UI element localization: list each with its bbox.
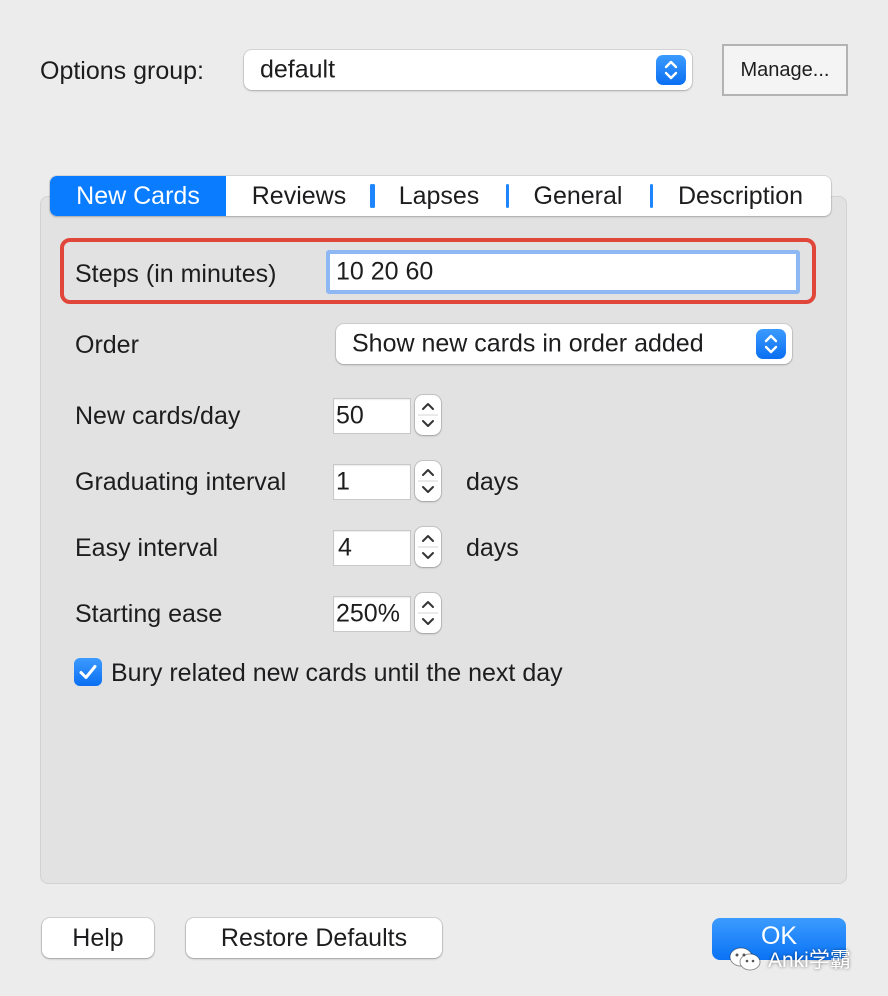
steps-label: Steps (in minutes)	[75, 260, 277, 288]
wechat-icon	[729, 947, 761, 971]
tab-label: General	[533, 181, 623, 210]
new-cards-per-day-input[interactable]: 50	[333, 398, 411, 434]
bury-label: Bury related new cards until the next da…	[111, 659, 563, 687]
starting-ease-value: 250%	[336, 599, 400, 628]
starting-ease-label: Starting ease	[75, 600, 223, 628]
tab-separator	[650, 184, 653, 208]
chevron-up-down-icon	[756, 329, 786, 359]
graduating-interval-label: Graduating interval	[75, 468, 287, 496]
tab-description[interactable]: Description	[650, 176, 831, 216]
manage-button[interactable]: Manage...	[722, 44, 848, 96]
steps-input[interactable]: 10 20 60	[326, 250, 800, 294]
tab-separator	[370, 184, 373, 208]
bury-checkbox[interactable]	[74, 658, 102, 686]
restore-defaults-button[interactable]: Restore Defaults	[186, 918, 442, 958]
stepper-arrows-icon	[418, 601, 438, 625]
tab-general[interactable]: General	[506, 176, 650, 216]
tab-separator	[506, 184, 509, 208]
order-label: Order	[75, 331, 139, 359]
starting-ease-input[interactable]: 250%	[333, 596, 411, 632]
tab-reviews[interactable]: Reviews	[226, 176, 372, 216]
new-cards-per-day-label: New cards/day	[75, 402, 241, 430]
order-select[interactable]: Show new cards in order added	[336, 324, 792, 364]
watermark-text: Anki学霸	[768, 949, 851, 972]
easy-interval-input[interactable]: 4	[333, 530, 411, 566]
easy-interval-label: Easy interval	[75, 534, 219, 562]
graduating-interval-input[interactable]: 1	[333, 464, 411, 500]
help-button[interactable]: Help	[42, 918, 154, 958]
tab-lapses[interactable]: Lapses	[372, 176, 506, 216]
order-value: Show new cards in order added	[352, 329, 704, 358]
new-cards-per-day-value: 50	[336, 401, 364, 430]
graduating-interval-stepper[interactable]	[415, 461, 441, 501]
watermark: Anki学霸	[728, 944, 851, 974]
easy-interval-stepper[interactable]	[415, 527, 441, 567]
easy-interval-unit: days	[466, 534, 519, 562]
graduating-interval-value: 1	[336, 467, 350, 496]
checkmark-icon	[79, 665, 97, 679]
options-group-label: Options group:	[40, 57, 204, 85]
new-cards-per-day-stepper[interactable]	[415, 395, 441, 435]
graduating-interval-unit: days	[466, 468, 519, 496]
tab-bar: New Cards Reviews Lapses General Descrip…	[50, 176, 831, 216]
steps-value: 10 20 60	[336, 257, 434, 286]
stepper-arrows-icon	[418, 403, 438, 427]
tab-label: Lapses	[398, 181, 480, 210]
easy-interval-value: 4	[338, 533, 352, 562]
chevron-up-down-icon	[656, 55, 686, 85]
starting-ease-stepper[interactable]	[415, 593, 441, 633]
options-group-select[interactable]: default	[244, 50, 692, 90]
stepper-arrows-icon	[418, 535, 438, 559]
tab-label: Description	[677, 181, 804, 210]
options-group-value: default	[260, 55, 336, 84]
tab-label: Reviews	[251, 181, 347, 210]
stepper-arrows-icon	[418, 469, 438, 493]
tab-new-cards[interactable]: New Cards	[50, 176, 226, 216]
